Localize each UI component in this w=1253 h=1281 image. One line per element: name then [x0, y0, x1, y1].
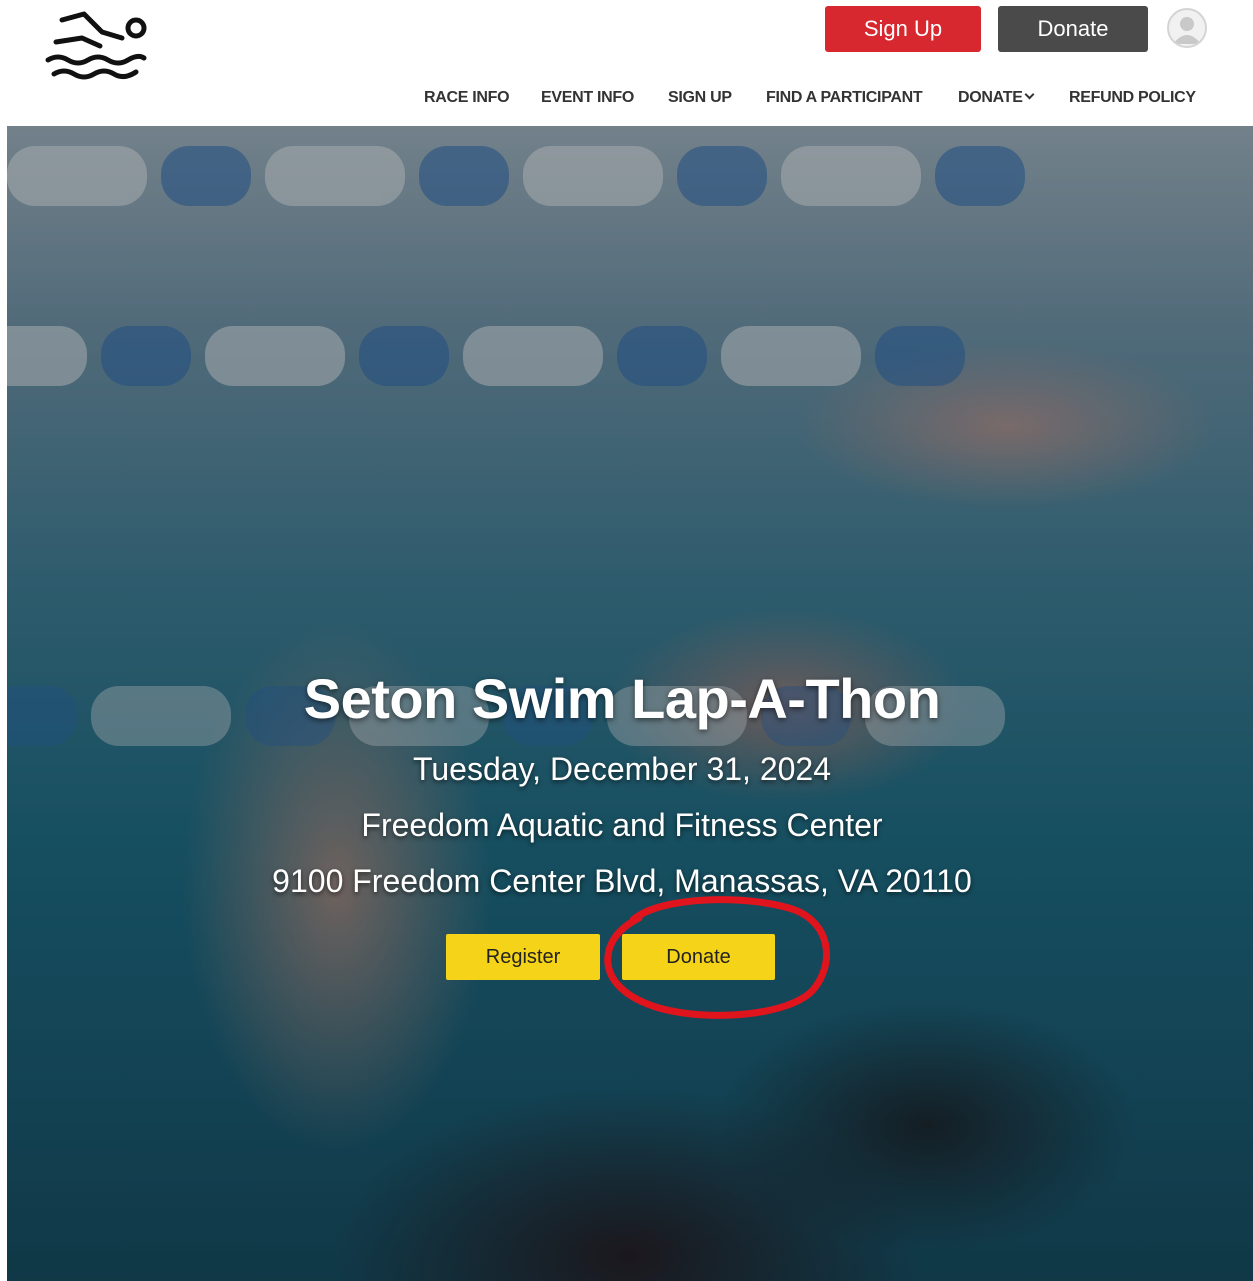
swimmer-icon[interactable]: [44, 8, 154, 84]
sign-up-button[interactable]: Sign Up: [825, 6, 981, 52]
main-navigation: RACE INFO EVENT INFO SIGN UP FIND A PART…: [0, 86, 1253, 110]
site-header: Sign Up Donate RACE INFO EVENT INFO SIGN…: [0, 0, 1253, 126]
nav-sign-up[interactable]: SIGN UP: [668, 86, 732, 110]
event-title: Seton Swim Lap-A-Thon: [303, 667, 941, 730]
register-button[interactable]: Register: [446, 934, 600, 980]
user-avatar-icon[interactable]: [1167, 8, 1207, 48]
event-date: Tuesday, December 31, 2024: [412, 751, 831, 787]
event-venue: Freedom Aquatic and Fitness Center: [361, 807, 883, 843]
hero-banner: Seton Swim Lap-A-Thon Tuesday, December …: [7, 126, 1253, 1281]
nav-donate[interactable]: DONATE: [958, 86, 1035, 110]
nav-find-a-participant[interactable]: FIND A PARTICIPANT: [766, 86, 923, 110]
nav-event-info[interactable]: EVENT INFO: [541, 86, 634, 110]
chevron-down-icon: [1024, 89, 1035, 100]
nav-donate-label: DONATE: [958, 89, 1023, 106]
avatar-silhouette: [1173, 17, 1201, 44]
nav-refund-policy[interactable]: REFUND POLICY: [1069, 86, 1196, 110]
event-address: 9100 Freedom Center Blvd, Manassas, VA 2…: [272, 863, 972, 899]
nav-race-info[interactable]: RACE INFO: [424, 86, 510, 110]
donate-hero-button[interactable]: Donate: [622, 934, 775, 980]
donate-header-button[interactable]: Donate: [998, 6, 1148, 52]
